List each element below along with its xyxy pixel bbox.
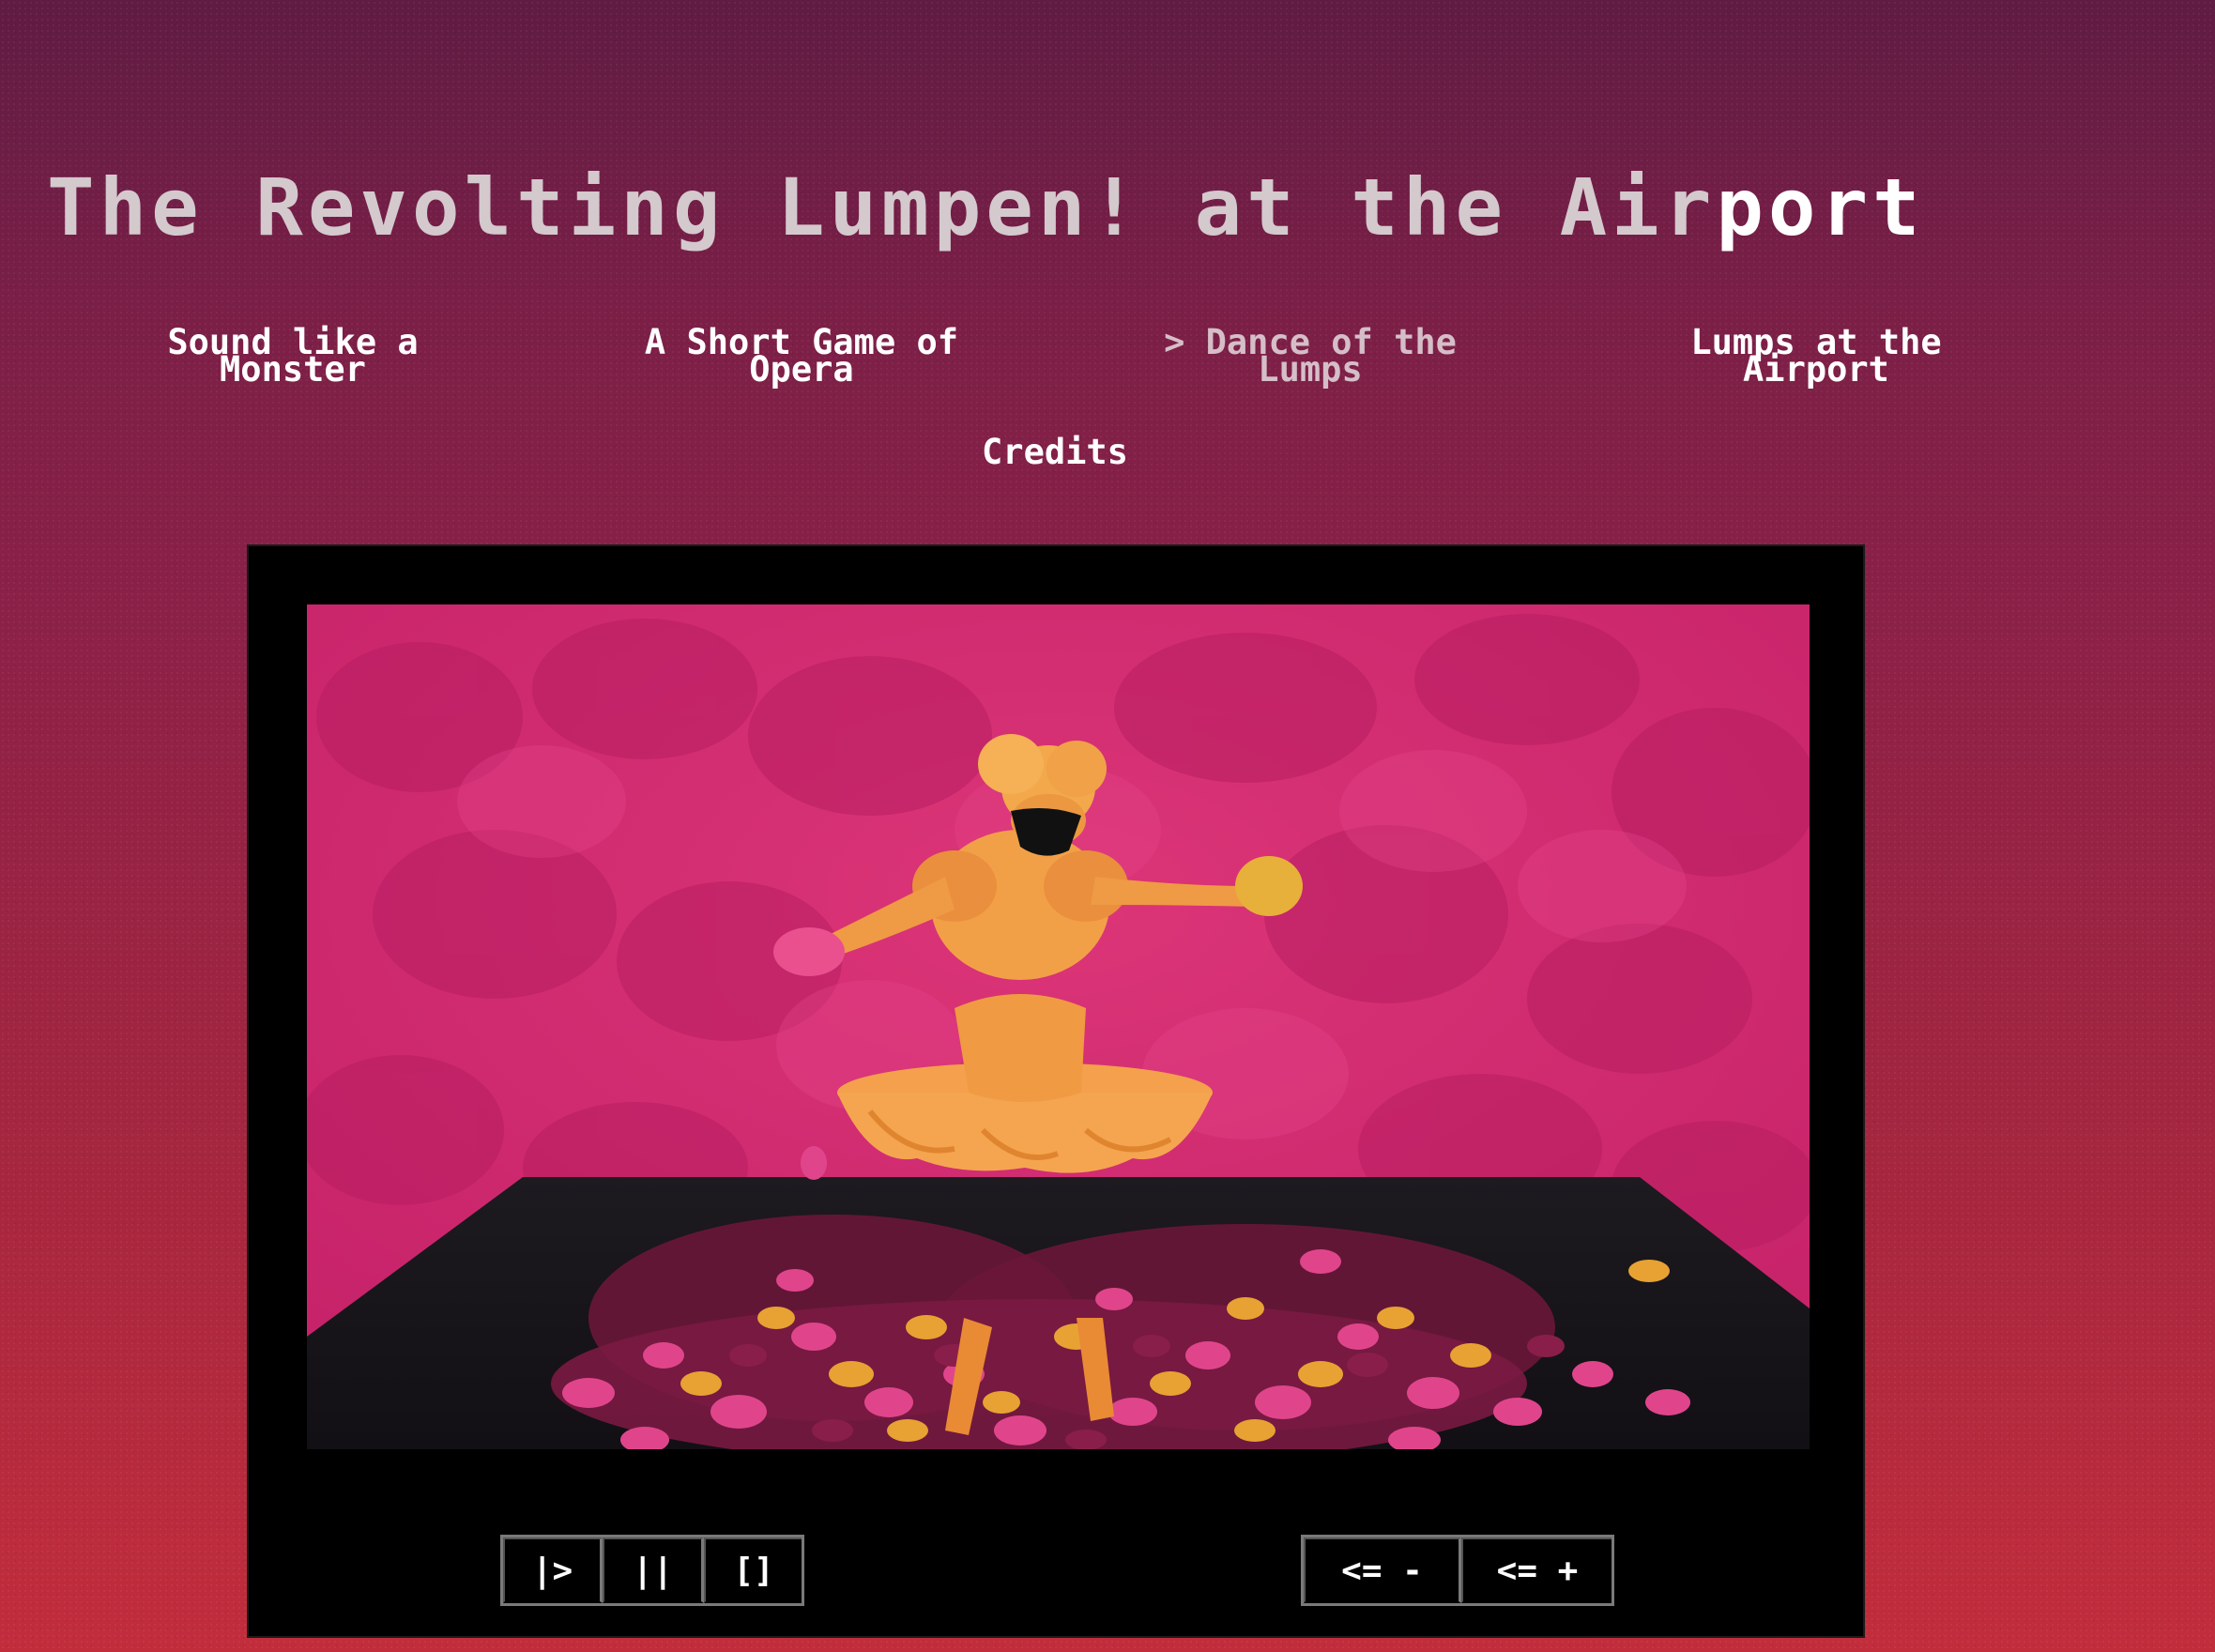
play-button[interactable]: |>	[503, 1537, 603, 1603]
dancing-figure-video-still	[307, 604, 1810, 1449]
slower-label: <= -	[1341, 1551, 1423, 1590]
pause-icon: ||	[632, 1551, 674, 1590]
speed-controls: <= - <= +	[1301, 1535, 1614, 1606]
video-player: |> || [] <= - <= +	[247, 544, 1865, 1638]
faster-label: <= +	[1496, 1551, 1579, 1590]
playback-controls: |> || []	[500, 1535, 804, 1606]
site-title-highlight: port	[1716, 161, 1925, 253]
video-frame[interactable]	[307, 604, 1810, 1449]
site-title: The Revolting Lumpen! at the Airport	[47, 161, 1925, 253]
nav-item-short-game-of-opera[interactable]: A Short Game of Opera	[558, 325, 1046, 387]
pause-button[interactable]: ||	[603, 1537, 704, 1603]
faster-button[interactable]: <= +	[1461, 1537, 1612, 1603]
nav-item-lumps-at-the-airport[interactable]: Lumps at the Airport	[1572, 325, 2060, 387]
nav-item-sound-like-a-monster[interactable]: Sound like a Monster	[49, 325, 537, 387]
slower-button[interactable]: <= -	[1304, 1537, 1461, 1603]
site-title-main: The Revolting Lumpen! at the Air	[47, 161, 1717, 253]
nav-item-dance-of-the-lumps[interactable]: > Dance of the Lumps	[1066, 325, 1554, 387]
fullscreen-button[interactable]: []	[704, 1537, 802, 1603]
nav-item-credits[interactable]: Credits	[811, 435, 1299, 469]
play-icon: |>	[531, 1551, 573, 1590]
fullscreen-icon: []	[733, 1551, 774, 1590]
